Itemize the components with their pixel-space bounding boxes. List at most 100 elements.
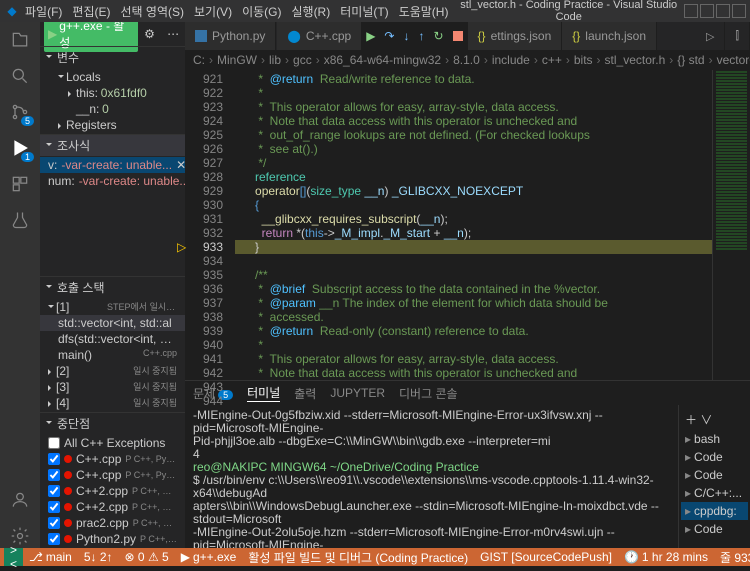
watch-expression[interactable]: num:-var-create: unable... bbox=[40, 173, 185, 189]
titlebar: ◆ 파일(F) 편집(E) 선택 영역(S) 보기(V) 이동(G) 실행(R)… bbox=[0, 0, 750, 22]
panel: 문제5 터미널 출력 JUPYTER 디버그 콘솔 -MIEngine-Out-… bbox=[185, 380, 750, 548]
stack-frame[interactable]: main()C++.cpp bbox=[40, 347, 185, 363]
terminal-instance[interactable]: ▸ cppdbg: bbox=[681, 502, 748, 520]
run-debug-icon[interactable]: 1 bbox=[8, 136, 32, 160]
breakpoint-checkbox[interactable] bbox=[48, 437, 60, 449]
search-icon[interactable] bbox=[8, 64, 32, 88]
more-icon[interactable]: ⋯ bbox=[165, 26, 181, 42]
terminal-instance[interactable]: ▸ Code bbox=[681, 466, 748, 484]
menu-help[interactable]: 도움말(H) bbox=[394, 3, 454, 20]
breadcrumb[interactable]: C:›MinGW›lib›gcc›x86_64-w64-mingw32›8.1.… bbox=[185, 50, 750, 70]
menu-view[interactable]: 보기(V) bbox=[189, 3, 237, 20]
git-branch[interactable]: ⎇ main bbox=[23, 550, 78, 564]
menu-run[interactable]: 실행(R) bbox=[286, 3, 335, 20]
run-icon[interactable]: ▷ bbox=[696, 22, 725, 50]
breakpoint-checkbox[interactable] bbox=[48, 453, 60, 465]
debug-target[interactable]: ▶ g++.exe bbox=[175, 550, 243, 564]
panel-tabs: 문제5 터미널 출력 JUPYTER 디버그 콘솔 bbox=[185, 381, 750, 405]
panel-tab-terminal[interactable]: 터미널 bbox=[247, 384, 280, 402]
code-editor[interactable]: * @return Read/write reference to data. … bbox=[235, 70, 712, 380]
terminal-body[interactable]: -MIEngine-Out-0g5fbziw.xid --stderr=Micr… bbox=[185, 405, 678, 548]
debug-step-over-button[interactable]: ↷ bbox=[380, 22, 399, 50]
thread-row[interactable]: [4]일시 중지됨 bbox=[40, 395, 185, 411]
breakpoint-checkbox[interactable] bbox=[48, 533, 60, 545]
menu-edit[interactable]: 편집(E) bbox=[67, 3, 115, 20]
menu-terminal[interactable]: 터미널(T) bbox=[335, 3, 393, 20]
cursor-position[interactable]: 줄 933, 열 1 bbox=[714, 549, 750, 566]
debug-toolbar: ▶g++.exe - 활성 ⚙ ⋯ bbox=[40, 22, 185, 46]
editor-tab[interactable]: Python.py bbox=[185, 22, 276, 50]
stack-frame[interactable]: std::vector<int, std::al bbox=[40, 315, 185, 331]
build-task[interactable]: 활성 파일 빌드 및 디버그 (Coding Practice) bbox=[242, 549, 474, 566]
breakpoints-section[interactable]: 중단점 bbox=[40, 413, 185, 434]
explorer-icon[interactable] bbox=[8, 28, 32, 52]
layout-icon[interactable] bbox=[684, 4, 698, 18]
editor-tab[interactable]: {}launch.json bbox=[562, 22, 657, 50]
registers-scope[interactable]: Registers bbox=[40, 117, 185, 133]
gear-icon[interactable]: ⚙ bbox=[142, 26, 158, 42]
debug-sidebar: ▶g++.exe - 활성 ⚙ ⋯ 변수 Locals this: 0x61fd… bbox=[40, 22, 185, 548]
layout-icon[interactable] bbox=[716, 4, 730, 18]
debug-continue-button[interactable]: ▶ bbox=[362, 22, 380, 50]
breakpoint-checkbox[interactable] bbox=[48, 485, 60, 497]
variables-section[interactable]: 변수 bbox=[40, 47, 185, 68]
locals-scope[interactable]: Locals bbox=[40, 69, 185, 85]
time-tracking[interactable]: 🕐 1 hr 28 mins bbox=[618, 550, 714, 564]
settings-icon[interactable] bbox=[8, 524, 32, 548]
panel-tab-jupyter[interactable]: JUPYTER bbox=[330, 386, 385, 400]
window-title: stl_vector.h - Coding Practice - Visual … bbox=[453, 0, 684, 23]
thread-row[interactable]: [2]일시 중지됨 bbox=[40, 363, 185, 379]
panel-tab-debug-console[interactable]: 디버그 콘솔 bbox=[399, 385, 458, 402]
thread-row[interactable]: [3]일시 중지됨 bbox=[40, 379, 185, 395]
breakpoint-checkbox[interactable] bbox=[48, 469, 60, 481]
variable-this[interactable]: this: 0x61fdf0 bbox=[40, 85, 185, 101]
accounts-icon[interactable] bbox=[8, 488, 32, 512]
line-gutter: 9219229239249259269279289299309319329339… bbox=[185, 70, 235, 380]
app-icon: ◆ bbox=[4, 3, 20, 19]
breakpoint-row[interactable]: prac2.cppP C++, Pyt... 33 bbox=[40, 515, 185, 531]
problems-status[interactable]: ⊗ 0 ⚠ 5 bbox=[119, 550, 175, 564]
layout-icon[interactable] bbox=[700, 4, 714, 18]
variable-n[interactable]: __n: 0 bbox=[40, 101, 185, 117]
menu-go[interactable]: 이동(G) bbox=[237, 3, 286, 20]
editor-tab[interactable]: {}ettings.json bbox=[468, 22, 563, 50]
source-control-icon[interactable]: 5 bbox=[8, 100, 32, 124]
split-icon[interactable]: ⫿ bbox=[725, 22, 750, 50]
debug-restart-button[interactable]: ↻ bbox=[429, 22, 448, 50]
stack-frame[interactable]: dfs(std::vector<int, std: bbox=[40, 331, 185, 347]
terminal-instance[interactable]: ▸ Code bbox=[681, 520, 748, 538]
breakpoint-row[interactable]: C++2.cppP C++, Pyt... 37 bbox=[40, 483, 185, 499]
minimap[interactable] bbox=[712, 70, 750, 380]
watch-expression[interactable]: v:-var-create: unable...✕ bbox=[40, 157, 185, 173]
breakpoint-row[interactable]: Python2.pyP C++, Pyt... 8 bbox=[40, 531, 185, 547]
debug-step-out-button[interactable]: ↑ bbox=[414, 22, 429, 50]
debug-step-into-button[interactable]: ↓ bbox=[399, 22, 414, 50]
extensions-icon[interactable] bbox=[8, 172, 32, 196]
thread-row[interactable]: [1]STEP에서 일시 중지됨 bbox=[40, 299, 185, 315]
status-bar: >< ⎇ main 5↓ 2↑ ⊗ 0 ⚠ 5 ▶ g++.exe 활성 파일 … bbox=[0, 548, 750, 566]
terminal-instance[interactable]: ▸ bash bbox=[681, 430, 748, 448]
breakpoint-checkbox[interactable] bbox=[48, 501, 60, 513]
activity-bar: 5 1 bbox=[0, 22, 40, 548]
editor-tab[interactable]: ⬤C++.cpp bbox=[277, 22, 362, 50]
breakpoint-all-exceptions[interactable]: All C++ Exceptions bbox=[40, 435, 185, 451]
editor-group: Python.py ⬤C++.cpp ▶ ↷ ↓ ↑ ↻ {}ettings.j… bbox=[185, 22, 750, 548]
panel-tab-output[interactable]: 출력 bbox=[294, 385, 316, 402]
gist-status[interactable]: GIST [SourceCodePush] bbox=[474, 550, 618, 564]
remote-indicator[interactable]: >< bbox=[4, 548, 23, 566]
breakpoint-row[interactable]: C++.cppP C++, Pyt... 21 bbox=[40, 451, 185, 467]
callstack-section[interactable]: 호출 스택 bbox=[40, 277, 185, 298]
layout-icon[interactable] bbox=[732, 4, 746, 18]
menu-file[interactable]: 파일(F) bbox=[20, 3, 67, 20]
breakpoint-row[interactable]: C++.cppP C++, Pyt... 41 bbox=[40, 467, 185, 483]
terminal-instance[interactable]: ▸ Code bbox=[681, 448, 748, 466]
debug-stop-button[interactable] bbox=[449, 22, 468, 50]
new-terminal-button[interactable]: ＋ ∨ bbox=[681, 409, 748, 430]
breakpoint-checkbox[interactable] bbox=[48, 517, 60, 529]
git-sync[interactable]: 5↓ 2↑ bbox=[78, 550, 119, 564]
terminal-instance[interactable]: ▸ C/C++:... bbox=[681, 484, 748, 502]
breakpoint-row[interactable]: C++2.cppP C++, Pyt... 79 bbox=[40, 499, 185, 515]
testing-icon[interactable] bbox=[8, 208, 32, 232]
menu-selection[interactable]: 선택 영역(S) bbox=[115, 3, 189, 20]
watch-section[interactable]: 조사식 bbox=[40, 135, 185, 156]
